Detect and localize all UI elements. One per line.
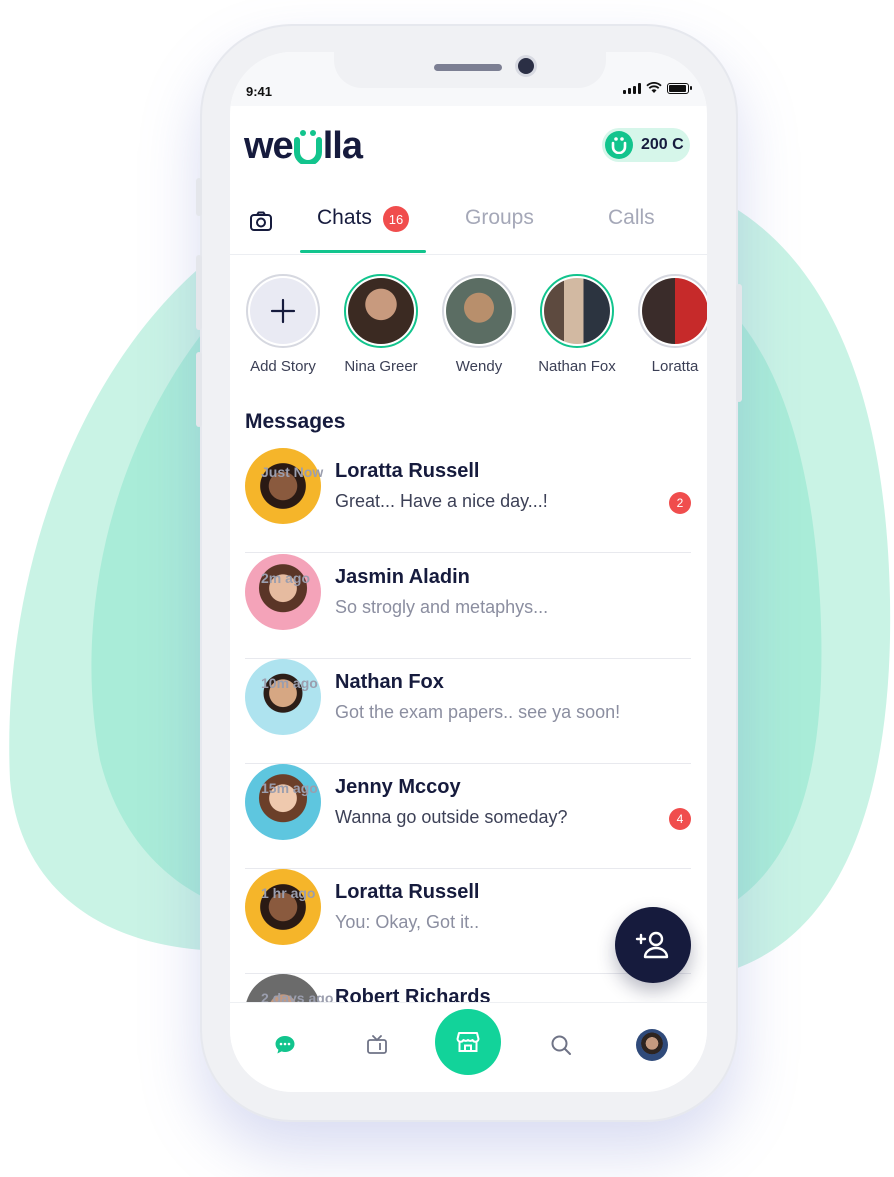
nav-profile[interactable]: [634, 1027, 670, 1063]
story-nathan-fox[interactable]: Nathan Fox: [528, 274, 626, 375]
avatar: [245, 448, 321, 524]
messages-heading: Messages: [245, 410, 346, 433]
phone-screen: 9:41 we lla 200 C Chats 16 Groups Calls …: [230, 52, 707, 1092]
app-logo: we lla: [244, 124, 363, 168]
story-label: Wendy: [455, 358, 503, 375]
front-camera: [518, 58, 534, 74]
message-preview: Wanna go outside someday?: [335, 807, 568, 827]
phone-side-button: [196, 178, 202, 216]
battery-icon: [667, 82, 692, 94]
phone-side-button: [736, 284, 742, 402]
message-item[interactable]: Loratta Russell Great... Have a nice day…: [245, 448, 691, 553]
add-user-icon: [635, 931, 669, 959]
message-item[interactable]: Nathan Fox Got the exam papers.. see ya …: [245, 659, 691, 764]
message-time: Just Now: [261, 464, 324, 480]
story-wendy[interactable]: Wendy: [430, 274, 528, 375]
bottom-navigation: [230, 1002, 707, 1092]
profile-avatar: [636, 1029, 668, 1061]
coins-balance[interactable]: 200 C: [602, 128, 690, 162]
active-tab-indicator: [300, 250, 426, 253]
tab-calls[interactable]: Calls: [608, 206, 655, 230]
story-avatar: [348, 278, 414, 344]
status-time: 9:41: [246, 84, 273, 99]
add-story-button[interactable]: [250, 278, 316, 344]
nav-chats[interactable]: [267, 1027, 303, 1063]
add-contact-button[interactable]: [615, 907, 691, 983]
status-icons: [623, 82, 692, 94]
message-preview: So strogly and metaphys...: [335, 597, 549, 617]
avatar: [245, 764, 321, 840]
nav-tv[interactable]: [359, 1027, 395, 1063]
chats-count-badge: 16: [383, 206, 409, 232]
avatar: [245, 869, 321, 945]
logo-prefix: we: [244, 124, 294, 167]
story-ring: [344, 274, 418, 348]
message-time: 2m ago: [261, 570, 311, 586]
message-preview: You: Okay, Got it..: [335, 912, 480, 932]
story-ring: [540, 274, 614, 348]
tab-bar: Chats 16 Groups Calls: [230, 194, 707, 255]
phone-notch: [334, 52, 606, 88]
chat-bubble-icon: [275, 1036, 295, 1054]
story-nina-greer[interactable]: Nina Greer: [332, 274, 430, 375]
coins-value: 200 C: [641, 136, 684, 153]
story-avatar: [642, 278, 707, 344]
story-ring: [442, 274, 516, 348]
message-time: 10m ago: [261, 675, 318, 691]
story-label: Nina Greer: [344, 358, 418, 375]
coin-icon: [605, 131, 633, 159]
story-ring: [638, 274, 707, 348]
nav-store[interactable]: [435, 1009, 501, 1075]
plus-icon: [270, 298, 296, 324]
story-ring: [246, 274, 320, 348]
phone-side-button: [196, 255, 202, 330]
message-item[interactable]: Jasmin Aladin So strogly and metaphys...…: [245, 554, 691, 659]
logo-face-icon: [293, 130, 322, 164]
story-label: Loratta: [651, 358, 699, 375]
logo-suffix: lla: [322, 124, 363, 167]
story-add[interactable]: Add Story: [234, 274, 332, 375]
store-icon: [456, 1032, 480, 1052]
signal-icon: [623, 82, 641, 94]
story-label: Nathan Fox: [538, 358, 616, 375]
story-avatar: [446, 278, 512, 344]
message-preview: Got the exam papers.. see ya soon!: [335, 702, 621, 722]
story-avatar: [544, 278, 610, 344]
story-loratta[interactable]: Loratta: [626, 274, 707, 375]
camera-icon[interactable]: [248, 208, 274, 234]
wifi-icon: [646, 82, 662, 93]
message-time: 1 hr ago: [261, 885, 316, 901]
avatar: [245, 659, 321, 735]
speaker: [434, 64, 502, 71]
tab-groups[interactable]: Groups: [465, 206, 534, 230]
search-icon: [551, 1035, 571, 1055]
stories-row: Add Story Nina Greer Wendy Nathan Fox Lo…: [230, 274, 707, 384]
avatar: [245, 554, 321, 630]
message-preview: Great... Have a nice day...!: [335, 491, 548, 511]
message-list: Loratta Russell Great... Have a nice day…: [245, 448, 691, 1078]
unread-badge: 4: [669, 808, 691, 830]
message-item[interactable]: Jenny Mccoy Wanna go outside someday? 15…: [245, 764, 691, 869]
story-label: Add Story: [250, 358, 316, 375]
tv-icon: [367, 1035, 387, 1054]
nav-search[interactable]: [543, 1027, 579, 1063]
unread-badge: 2: [669, 492, 691, 514]
message-time: 15m ago: [261, 780, 318, 796]
phone-side-button: [196, 352, 202, 427]
tab-chats[interactable]: Chats: [317, 206, 372, 230]
